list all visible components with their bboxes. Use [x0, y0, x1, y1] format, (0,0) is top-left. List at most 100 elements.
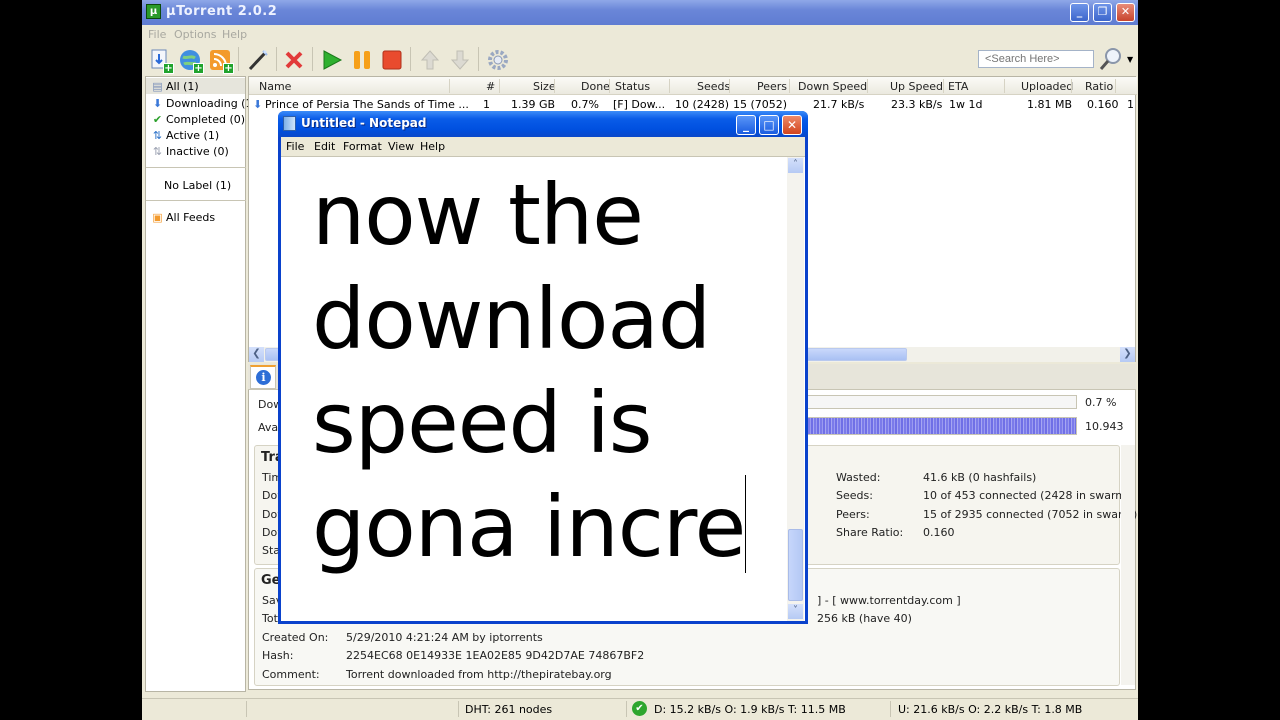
torrent-eta: 1w 1d [949, 98, 983, 111]
remove-icon[interactable] [282, 48, 306, 72]
add-torrent-icon[interactable]: + [148, 48, 174, 74]
torrent-uploaded: 1.81 MB [1027, 98, 1073, 111]
search-icon[interactable] [1099, 47, 1123, 71]
scroll-down-button[interactable]: ˅ [788, 604, 803, 619]
peers-value: 15 of 2935 connected (7052 in swarm) [923, 508, 1138, 521]
pieces-value: 256 kB (have 40) [817, 612, 912, 625]
menu-help[interactable]: Help [222, 28, 247, 41]
create-torrent-icon[interactable] [246, 48, 270, 72]
notepad-minimize-button[interactable]: _ [736, 115, 756, 135]
col-name[interactable]: Name [259, 80, 291, 93]
notepad-title-bar[interactable]: Untitled - Notepad _ □ ✕ [278, 111, 808, 137]
downloading-icon: ⬇ [152, 97, 163, 110]
search-input[interactable] [978, 50, 1094, 68]
notepad-menu-help[interactable]: Help [420, 140, 445, 153]
scrollbar-thumb[interactable] [788, 529, 803, 601]
utorrent-logo-icon: µ [146, 4, 161, 19]
notepad-menu-bar: File Edit Format View Help [281, 137, 805, 157]
scroll-up-button[interactable]: ˄ [788, 158, 803, 173]
col-status[interactable]: Status [615, 80, 650, 93]
seeds-value: 10 of 453 connected (2428 in swarm) [923, 489, 1131, 502]
notepad-menu-file[interactable]: File [286, 140, 304, 153]
scroll-right-button[interactable]: ❯ [1120, 347, 1135, 362]
downloading-icon: ⬇ [253, 98, 263, 111]
text-caret [745, 475, 746, 573]
torrent-seeds: 10 (2428) [675, 98, 730, 111]
add-rss-icon[interactable]: + [208, 48, 234, 74]
torrent-ratio: 0.160 [1087, 98, 1119, 111]
search-dropdown-icon[interactable]: ▼ [1127, 55, 1133, 64]
notepad-close-button[interactable]: ✕ [782, 115, 802, 135]
col-ratio[interactable]: Ratio [1085, 80, 1113, 93]
start-icon[interactable] [320, 48, 344, 72]
menu-options[interactable]: Options [174, 28, 216, 41]
download-status[interactable]: D: 15.2 kB/s O: 1.9 kB/s T: 11.5 MB [654, 703, 846, 716]
notepad-menu-format[interactable]: Format [343, 140, 382, 153]
downloaded-percent: 0.7 % [1085, 396, 1117, 409]
notepad-menu-edit[interactable]: Edit [314, 140, 335, 153]
info-icon: i [256, 370, 271, 385]
col-down-speed[interactable]: Down Speed [798, 80, 867, 93]
upload-status[interactable]: U: 21.6 kB/s O: 2.2 kB/s T: 1.8 MB [898, 703, 1082, 716]
stop-icon[interactable] [380, 48, 404, 72]
torrent-down-speed: 21.7 kB/s [813, 98, 865, 111]
sidebar-item-inactive[interactable]: ⇅ Inactive (0) [151, 145, 229, 158]
utorrent-menu-bar: File Options Help [142, 25, 1138, 43]
notepad-text-area[interactable]: now the download speed is gona incre ˄ ˅ [281, 157, 805, 621]
notepad-text: now the download speed is gona incre [312, 163, 782, 579]
network-ok-icon: ✔ [632, 701, 647, 716]
active-icon: ⇅ [152, 129, 163, 142]
move-down-icon[interactable] [448, 48, 472, 72]
hash-label: Hash: [262, 649, 294, 662]
close-button[interactable]: ✕ [1116, 3, 1135, 22]
notepad-window-title: Untitled - Notepad [301, 116, 427, 130]
utorrent-title-bar[interactable]: µ µTorrent 2.0.2 _ ❐ ✕ [142, 0, 1138, 25]
col-size[interactable]: Size [533, 80, 556, 93]
minimize-button[interactable]: _ [1070, 3, 1089, 22]
col-uploaded[interactable]: Uploaded [1021, 80, 1073, 93]
status-bar: DHT: 261 nodes ✔ D: 15.2 kB/s O: 1.9 kB/… [142, 698, 1138, 718]
sidebar-item-downloading[interactable]: ⬇ Downloading (1) [151, 97, 257, 110]
rss-feed-icon: ▣ [152, 211, 163, 224]
tracker-value: ] - [ www.torrentday.com ] [817, 594, 961, 607]
sidebar-item-all-feeds[interactable]: ▣ All Feeds [151, 211, 215, 224]
torrent-up-speed: 23.3 kB/s [891, 98, 943, 111]
comment-value: Torrent downloaded from http://thepirate… [346, 668, 612, 681]
col-eta[interactable]: ETA [948, 80, 968, 93]
col-peers[interactable]: Peers [757, 80, 787, 93]
preferences-icon[interactable] [486, 48, 510, 72]
wasted-label: Wasted: [836, 471, 881, 484]
torrent-queue-number: 1 [483, 98, 490, 111]
col-number[interactable]: # [486, 80, 495, 93]
notepad-maximize-button[interactable]: □ [759, 115, 779, 135]
hash-value: 2254EC68 0E14933E 1EA02E85 9D42D7AE 7486… [346, 649, 645, 662]
seeds-label: Seeds: [836, 489, 873, 502]
tab-general[interactable]: i [250, 365, 276, 389]
notepad-menu-view[interactable]: View [388, 140, 414, 153]
sidebar-item-completed[interactable]: ✔ Completed (0) [151, 113, 245, 126]
pause-icon[interactable] [350, 48, 374, 72]
text-line: speed is [312, 374, 653, 472]
sidebar-item-active[interactable]: ⇅ Active (1) [151, 129, 219, 142]
details-vertical-scrollbar[interactable] [1121, 445, 1135, 685]
col-done[interactable]: Done [581, 80, 610, 93]
sidebar-item-no-label[interactable]: No Label (1) [164, 179, 231, 192]
col-seeds[interactable]: Seeds [697, 80, 730, 93]
text-line: now the [312, 166, 644, 264]
add-url-icon[interactable]: + [178, 48, 204, 74]
menu-file[interactable]: File [148, 28, 166, 41]
share-ratio-value: 0.160 [923, 526, 955, 539]
col-up-speed[interactable]: Up Speed [890, 80, 943, 93]
all-icon: ▤ [152, 80, 163, 93]
sidebar-item-all[interactable]: ▤ All (1) [151, 80, 198, 93]
scroll-left-button[interactable]: ❮ [249, 347, 264, 362]
torrent-list-header: Name # Size Done Status Seeds Peers Down… [249, 77, 1137, 95]
move-up-icon[interactable] [418, 48, 442, 72]
restore-button[interactable]: ❐ [1093, 3, 1112, 22]
notepad-vertical-scrollbar[interactable]: ˄ ˅ [787, 157, 804, 621]
created-on-label: Created On: [262, 631, 329, 644]
torrent-done: 0.7% [571, 98, 599, 111]
notepad-window: Untitled - Notepad _ □ ✕ File Edit Forma… [278, 111, 808, 624]
notepad-icon [283, 116, 296, 131]
torrent-row[interactable]: ⬇ Prince of Persia The Sands of Time ...… [249, 96, 1135, 112]
